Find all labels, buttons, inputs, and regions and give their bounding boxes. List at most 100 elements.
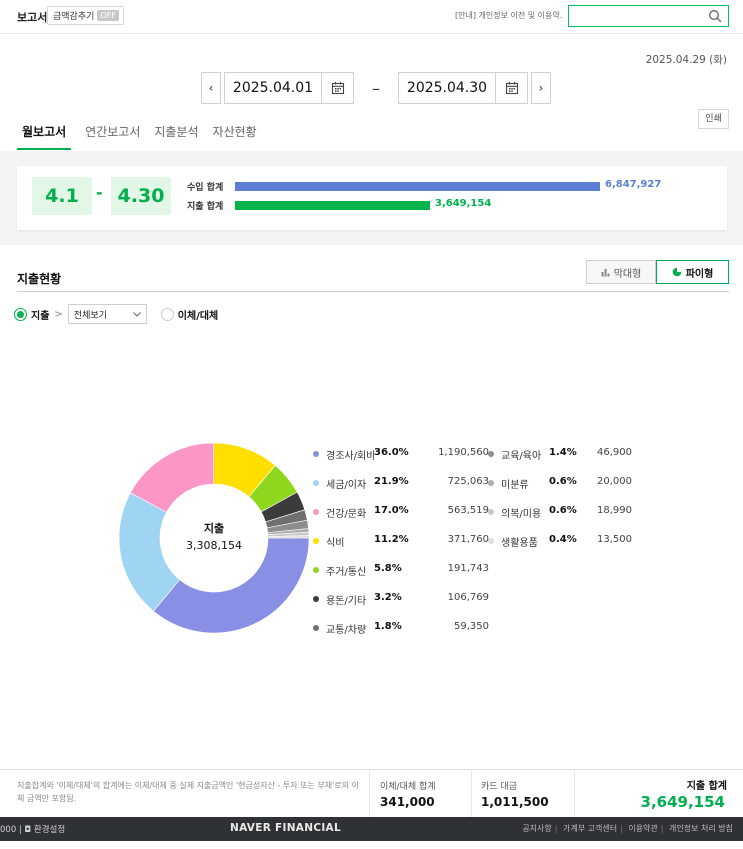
legend-percent: 0.4% — [549, 534, 577, 545]
legend-amount: 1,190,560 — [438, 447, 489, 458]
bottom-summary: 지출합계와 '이체/대체'의 합계에는 이체/대체 중 실제 지출금액인 '현금… — [0, 769, 743, 818]
tab-asset-status[interactable]: 자산현황 — [213, 120, 257, 150]
notice-link[interactable]: [안내] 개인정보 이전 및 이용약. — [455, 10, 562, 21]
expense-total-label: 지출 합계 — [187, 202, 224, 212]
pie-view-button[interactable]: 파이형 — [656, 260, 729, 284]
top-bar: 보고서 금액감추기 OFF [안내] 개인정보 이전 및 이용약. — [0, 0, 743, 34]
legend-item[interactable]: 의복/미용 0.6% 18,990 — [488, 505, 632, 520]
legend-amount: 563,519 — [447, 505, 489, 516]
legend-percent: 21.9% — [374, 476, 409, 487]
footer-link-privacy[interactable]: 개인정보 처리 방침 — [669, 824, 733, 833]
legend-color-dot — [313, 451, 319, 457]
calendar-icon[interactable] — [495, 73, 527, 103]
legend-item[interactable]: 교통/차량 1.8% 59,350 — [313, 621, 489, 636]
search-icon[interactable] — [708, 9, 722, 23]
legend-name: 경조사/회비 — [326, 451, 376, 462]
income-total-label: 수입 합계 — [187, 183, 224, 193]
expense-total-value: 3,649,154 — [435, 198, 492, 209]
income-total-bar — [235, 182, 600, 191]
end-date-field[interactable]: 2025.04.30 — [398, 72, 528, 104]
chevron-down-icon — [132, 311, 141, 317]
print-button[interactable]: 인쇄 — [698, 109, 729, 129]
legend-name: 건강/문화 — [326, 509, 367, 520]
footer-links: 공지사항 | 가계부 고객센터 | 이용약관 | 개인정보 처리 방침 — [522, 824, 733, 833]
transfer-radio-label: 이체/대체 — [177, 310, 219, 322]
bar-view-label: 막대형 — [613, 268, 642, 280]
legend-color-dot — [313, 538, 319, 544]
start-date-value: 2025.04.01 — [232, 80, 314, 96]
tab-expense-analysis[interactable]: 지출분석 — [154, 120, 198, 150]
report-tabs: 월보고서 연간보고서 지출분석 자산현황 — [17, 120, 271, 150]
legend-item[interactable]: 세금/이자 21.9% 725,063 — [313, 476, 489, 491]
legend-percent: 3.2% — [374, 592, 402, 603]
income-total-value: 6,847,927 — [605, 179, 662, 190]
legend-percent: 11.2% — [374, 534, 409, 545]
expense-total-footer-value: 3,649,154 — [640, 793, 725, 811]
legend-color-dot — [488, 538, 494, 544]
legend-name: 교육/육아 — [501, 451, 542, 462]
expense-radio[interactable] — [14, 307, 27, 321]
legend-item[interactable]: 생활용품 0.4% 13,500 — [488, 534, 632, 549]
legend-amount: 106,769 — [447, 592, 489, 603]
legend-name: 식비 — [326, 538, 345, 549]
legend-name: 의복/미용 — [501, 509, 542, 520]
legend-percent: 17.0% — [374, 505, 409, 516]
legend-item[interactable]: 주거/통신 5.8% 191,743 — [313, 563, 489, 578]
legend-item[interactable]: 용돈/기타 3.2% 106,769 — [313, 592, 489, 607]
next-period-button[interactable]: › — [531, 72, 551, 104]
expense-total-bar — [235, 201, 430, 210]
legend-amount: 371,760 — [447, 534, 489, 545]
legend-color-dot — [313, 625, 319, 631]
legend-name: 미분류 — [501, 480, 529, 491]
prev-period-button[interactable]: ‹ — [201, 72, 221, 104]
tab-monthly-report[interactable]: 월보고서 — [17, 120, 72, 150]
date-separator: – — [372, 78, 380, 98]
expense-radio-label: 지출 — [31, 310, 50, 322]
legend-color-dot — [313, 567, 319, 573]
legend-item[interactable]: 건강/문화 17.0% 563,519 — [313, 505, 489, 520]
legend-name: 교통/차량 — [326, 625, 367, 636]
legend-amount: 46,900 — [597, 447, 632, 458]
footer-link-support[interactable]: 가계부 고객센터 — [563, 824, 617, 833]
card-payment-value: 1,011,500 — [481, 795, 549, 809]
legend-color-dot — [313, 509, 319, 515]
bar-view-button[interactable]: 막대형 — [586, 260, 656, 284]
legend-color-dot — [488, 480, 494, 486]
section-title: 지출현황 — [17, 272, 62, 286]
search-input[interactable] — [568, 5, 729, 27]
pie-chart-icon — [672, 267, 681, 277]
legend-percent: 1.4% — [549, 447, 577, 458]
transfer-radio[interactable] — [160, 307, 174, 321]
range-dash: - — [96, 183, 103, 202]
legend-amount: 18,990 — [597, 505, 632, 516]
chevron-right-icon: > — [54, 308, 63, 320]
card-payment-label: 카드 대금 — [481, 782, 517, 792]
legend-color-dot — [488, 509, 494, 515]
end-date-value: 2025.04.30 — [406, 80, 488, 96]
tab-annual-report[interactable]: 연간보고서 — [85, 120, 140, 150]
legend-percent: 5.8% — [374, 563, 402, 574]
footer-link-notice[interactable]: 공지사항 — [522, 824, 551, 833]
legend-item[interactable]: 경조사/회비 36.0% 1,190,560 — [313, 447, 489, 462]
start-date-field[interactable]: 2025.04.01 — [224, 72, 354, 104]
footer-settings-link[interactable]: 000 | ◘ 환경설정 — [0, 823, 65, 835]
legend-item[interactable]: 미분류 0.6% 20,000 — [488, 476, 632, 491]
legend-percent: 1.8% — [374, 621, 402, 632]
range-start-badge: 4.1 — [32, 177, 92, 215]
transfer-total-value: 341,000 — [380, 795, 435, 809]
legend-item[interactable]: 식비 11.2% 371,760 — [313, 534, 489, 549]
legend-amount: 20,000 — [597, 476, 632, 487]
card-payment-cell: 카드 대금 1,011,500 — [481, 779, 549, 809]
footer-link-terms[interactable]: 이용약관 — [628, 824, 657, 833]
footer: 000 | ◘ 환경설정 NAVER FINANCIAL 공지사항 | 가계부 고… — [0, 817, 743, 841]
range-end-badge: 4.30 — [111, 177, 171, 215]
today-date: 2025.04.29 (화) — [645, 54, 727, 66]
hide-amount-toggle[interactable]: 금액감추기 OFF — [47, 6, 124, 25]
toggle-state-badge: OFF — [97, 10, 119, 21]
donut-slice-0[interactable] — [153, 537, 310, 634]
calendar-icon[interactable] — [321, 73, 353, 103]
legend-item[interactable]: 교육/육아 1.4% 46,900 — [488, 447, 632, 462]
category-select[interactable]: 전체보기 — [67, 304, 147, 324]
transfer-total-label: 이체/대체 합계 — [380, 782, 436, 792]
filter-row: 지출 > 전체보기 이체/대체 — [14, 304, 218, 324]
